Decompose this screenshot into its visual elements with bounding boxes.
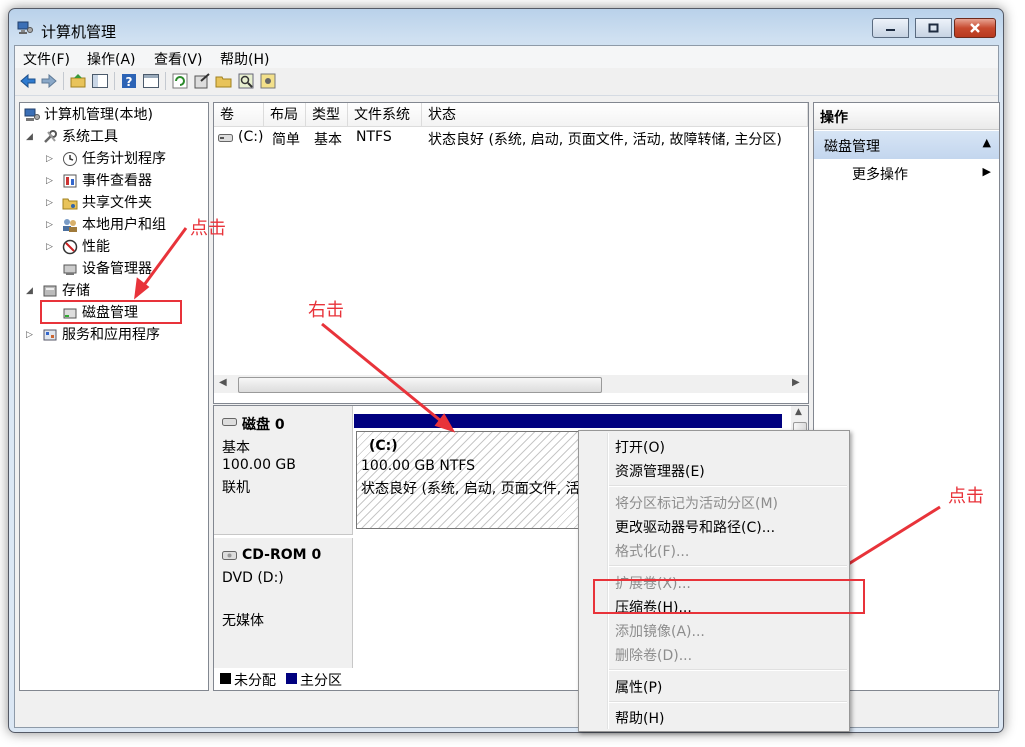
menu-item-properties[interactable]: 属性(P) (615, 677, 662, 697)
annotation-arrow-2 (321, 322, 453, 432)
menu-item-explorer[interactable]: 资源管理器(E) (615, 461, 705, 481)
annotation-right-click: 右击 (308, 300, 344, 321)
menu-item-help[interactable]: 帮助(H) (615, 708, 664, 728)
annotation-box-shrink-volume (593, 579, 865, 614)
menu-separator (609, 701, 847, 703)
menu-separator (609, 669, 847, 671)
menu-item-mark-active[interactable]: 将分区标记为活动分区(M) (615, 493, 778, 513)
menu-item-delete-volume[interactable]: 删除卷(D)... (615, 645, 692, 665)
annotation-click-2: 点击 (948, 486, 984, 507)
annotation-arrows (134, 227, 941, 580)
menu-separator (609, 485, 847, 487)
menu-item-add-mirror[interactable]: 添加镜像(A)... (615, 621, 705, 641)
menu-item-format[interactable]: 格式化(F)... (615, 541, 689, 561)
menu-item-open[interactable]: 打开(O) (615, 437, 665, 457)
menu-item-change-drive-letter[interactable]: 更改驱动器号和路径(C)... (615, 517, 775, 537)
menu-separator (609, 565, 847, 567)
